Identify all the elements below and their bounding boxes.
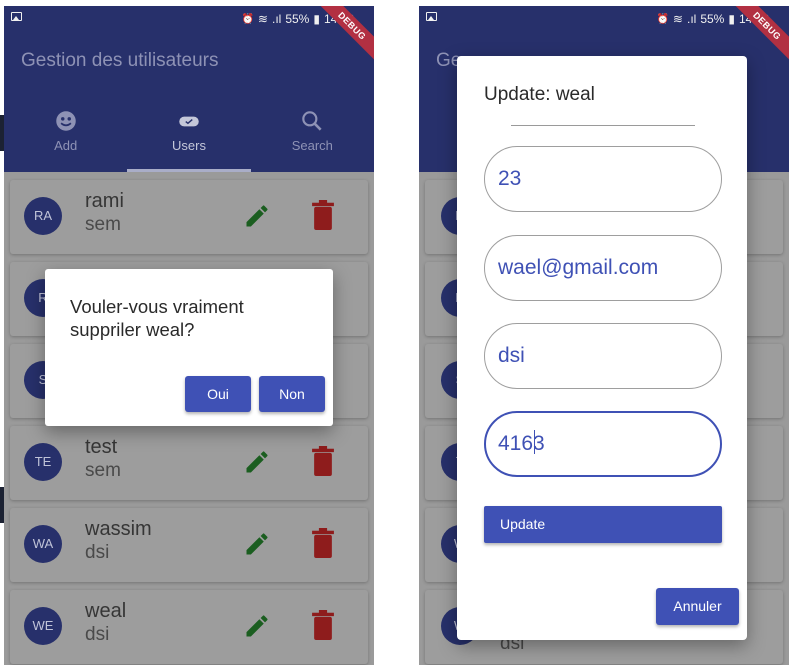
edit-icon[interactable] [243,448,271,476]
user-name: rami [85,190,124,212]
screenshot-stage: ⏰ ≋ .ıl 55% ▮ 14:52 DEBUG Gestion des ut… [0,0,797,671]
section-field[interactable]: dsi [484,323,722,389]
user-subtitle: sem [85,214,121,235]
alarm-icon: ⏰ [656,13,669,25]
user-subtitle: dsi [85,624,110,645]
wifi-icon: ≋ [672,12,683,26]
edit-icon[interactable] [243,530,271,558]
confirm-no-button[interactable]: Non [259,376,325,412]
update-button[interactable]: Update [484,506,722,543]
emoji-icon [55,111,76,131]
tab-search-label: Search [291,138,333,153]
left-phone-screen: ⏰ ≋ .ıl 55% ▮ 14:52 DEBUG Gestion des ut… [4,6,374,665]
user-card[interactable]: TE test sem [10,426,368,500]
avatar: RA [24,197,62,235]
user-name: weal [85,600,127,622]
text-caret [533,430,536,455]
dialog-message: Vouler-vous vraiment suppriler weal? [70,296,244,340]
right-phone-screen: ⏰ ≋ .ıl 55% ▮ 14:53 DEBUG Ge R R S T W W… [419,6,789,665]
tab-add-label: Add [54,138,78,153]
app-title: Gestion des utilisateurs [21,50,219,71]
battery-percent: 55% [285,12,310,26]
app-bar: Gestion des utilisateurs Add Users Searc… [4,32,374,172]
user-subtitle: dsi [85,542,110,563]
battery-icon: ▮ [728,12,735,26]
status-bar: ⏰ ≋ .ıl 55% ▮ 14:53 [419,6,789,32]
dialog-title: Update: weal [484,84,595,105]
signal-icon: .ıl [686,12,697,26]
battery-percent: 55% [700,12,725,26]
email-field[interactable]: wael@gmail.com [484,235,722,301]
user-card[interactable]: RA rami sem [10,180,368,254]
cancel-button[interactable]: Annuler [656,588,739,625]
scrolled-field-underline [511,125,695,126]
alarm-icon: ⏰ [241,13,254,25]
delete-icon[interactable] [312,528,334,558]
tab-bar: Add Users Search [4,98,374,172]
edit-icon[interactable] [243,612,271,640]
signal-icon: .ıl [271,12,282,26]
delete-icon[interactable] [312,446,334,476]
avatar: WA [24,525,62,563]
search-icon [302,111,322,131]
gamepad-icon [179,116,199,127]
user-subtitle: sem [85,460,121,481]
image-notification-icon [11,12,22,21]
update-user-dialog: Update: weal 23 wael@gmail.com dsi 4163 … [457,56,747,640]
user-card[interactable]: WE weal dsi [10,590,368,664]
age-field[interactable]: 23 [484,146,722,212]
delete-confirm-dialog: Vouler-vous vraiment suppriler weal? Oui… [45,269,333,426]
tab-users-label: Users [172,138,206,153]
tab-search[interactable]: Search [251,98,374,172]
status-bar: ⏰ ≋ .ıl 55% ▮ 14:52 [4,6,374,32]
confirm-yes-button[interactable]: Oui [185,376,251,412]
delete-icon[interactable] [312,200,334,230]
tab-users[interactable]: Users [127,98,251,172]
user-name: test [85,436,118,458]
user-name: wassim [85,518,152,540]
avatar: TE [24,443,62,481]
edit-icon[interactable] [243,202,271,230]
phone-field[interactable]: 4163 [484,411,722,477]
battery-icon: ▮ [313,12,320,26]
user-card[interactable]: WA wassim dsi [10,508,368,582]
wifi-icon: ≋ [257,12,268,26]
avatar: WE [24,607,62,645]
tab-add[interactable]: Add [4,98,127,172]
phone-field-value: 4163 [498,432,545,455]
delete-icon[interactable] [312,610,334,640]
image-notification-icon [426,12,437,21]
